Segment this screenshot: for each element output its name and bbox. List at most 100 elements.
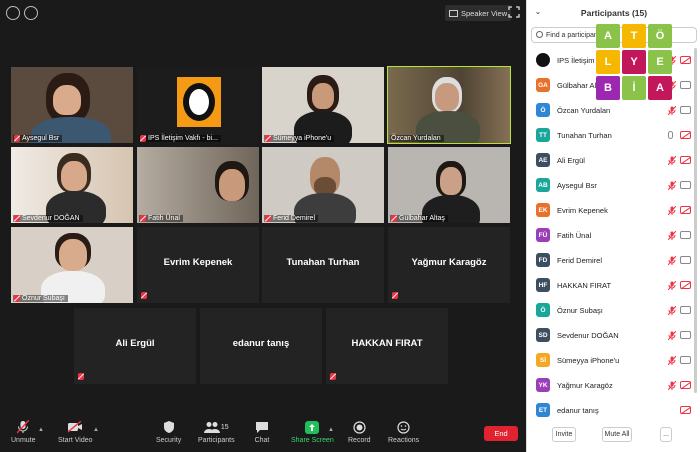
avatar: AE [536,153,550,167]
participants-button[interactable]: 15 Participants [198,420,235,444]
video-tile[interactable]: Ferid Demirel [262,147,384,223]
share-screen-icon [304,420,320,434]
zoom-meeting-window: Speaker View Aysegul Bsr IPS İletişim Va… [0,0,700,452]
participant-row[interactable]: AB Aysegul Bsr [527,173,697,197]
mic-muted-icon [15,420,31,434]
participant-row[interactable]: ET edanur tanış [527,398,697,422]
more-label: ... [663,431,669,438]
fullscreen-icon[interactable] [508,6,520,18]
chevron-up-icon[interactable]: ▲ [328,427,334,433]
tile-name: Özcan Yurdalan [390,135,444,142]
participant-tile-no-video[interactable]: Yağmur Karagöz [388,227,510,303]
speaker-view-button[interactable]: Speaker View [445,5,512,21]
logo-letter: L [596,50,620,74]
participant-row[interactable]: FÜ Fatih Ünal [527,223,697,247]
video-tile[interactable]: Fatih Ünal [137,147,259,223]
participant-name: Fatih Ünal [557,230,592,240]
record-button[interactable]: Record [348,420,371,444]
mute-all-button[interactable]: Mute All [602,427,632,442]
video-off-icon [680,206,691,214]
emoji-icon [396,420,412,434]
participants-count: 15 [220,423,229,431]
participant-tile-no-video[interactable]: Tunahan Turhan [262,227,384,303]
mute-all-label: Mute All [604,431,630,438]
participant-row[interactable]: AE Ali Ergül [527,148,697,172]
tile-name: Aysegul Bsr [13,135,63,142]
mic-muted-icon [140,135,146,142]
participant-row[interactable]: FD Ferid Demirel [527,248,697,272]
video-tile[interactable]: Öznur Subaşı [11,227,133,303]
start-video-button[interactable]: Start Video [58,420,93,444]
info-icon[interactable] [6,6,20,20]
chat-button[interactable]: Chat [254,420,270,444]
record-label: Record [348,437,371,444]
security-button[interactable]: Security [156,420,181,444]
video-tile[interactable]: IPS İletişim Vakfı - bi... [137,67,259,143]
reactions-button[interactable]: Reactions [388,420,419,444]
participant-row[interactable]: EK Evrim Kepenek [527,198,697,222]
share-screen-label: Share Screen [291,437,334,444]
participant-name: Ali Ergül [557,155,585,165]
logo-letter: T [622,24,646,48]
avatar: HF [536,278,550,292]
search-icon [536,31,543,38]
participant-row[interactable]: YK Yağmur Karagöz [527,373,697,397]
reactions-label: Reactions [388,437,420,444]
shield-icon[interactable] [24,6,38,20]
participant-row[interactable]: SD Sevdenur DOĞAN [527,323,697,347]
chevron-up-icon[interactable]: ▲ [38,427,44,433]
tile-name: Fatih Ünal [139,215,183,222]
participants-label: Participants [198,437,235,444]
chevron-down-icon[interactable]: ⌄ [535,8,541,16]
avatar: AB [536,178,550,192]
participant-row[interactable]: TT Tunahan Turhan [527,123,697,147]
participant-name: Ferid Demirel [557,255,603,265]
mic-muted-icon [667,105,677,115]
avatar: Ö [536,303,550,317]
video-tile-active-speaker[interactable]: Özcan Yurdalan [387,66,511,144]
video-off-icon [680,56,691,64]
mic-muted-icon [14,295,20,302]
video-tile[interactable]: Sevdenur DOĞAN [11,147,133,223]
grid-icon [449,9,458,17]
video-icon [680,181,691,189]
mic-muted-icon [330,373,336,380]
security-label: Security [156,437,182,444]
tile-name: Tunahan Turhan [286,257,360,268]
participant-row[interactable]: Sİ Sümeyya iPhone'u [527,348,697,372]
tile-name: Gülbahar Altaş [390,215,448,222]
tile-name: Ferid Demirel [264,215,319,222]
tile-name: Ali Ergül [115,338,155,349]
logo-letter: A [648,76,672,100]
scrollbar[interactable] [694,48,697,393]
invite-label: Invite [555,431,573,438]
unmute-button[interactable]: Unmute [11,420,36,444]
participant-tile-no-video[interactable]: edanur tanış [200,308,322,384]
avatar: EK [536,203,550,217]
chevron-up-icon[interactable]: ▲ [93,427,99,433]
participant-tile-no-video[interactable]: Evrim Kepenek [137,227,259,303]
participant-tile-no-video[interactable]: Ali Ergül [74,308,196,384]
participant-row[interactable]: Ö Öznur Subaşı [527,298,697,322]
video-icon [680,356,691,364]
end-meeting-button[interactable]: End [484,426,518,441]
mic-muted-icon [667,230,677,240]
mic-muted-icon [667,305,677,315]
avatar: SD [536,328,550,342]
video-tile[interactable]: Aysegul Bsr [11,67,133,143]
video-tile[interactable]: Sümeyya iPhone'u [262,67,384,143]
participant-name: Sevdenur DOĞAN [557,330,619,340]
video-off-icon [67,420,83,434]
participant-tile-no-video[interactable]: HAKKAN FIRAT [326,308,448,384]
participant-name: IPS İletişim V [557,55,602,65]
participant-name: Evrim Kepenek [557,205,608,215]
mic-muted-icon [391,215,397,222]
participant-name: HAKKAN FIRAT [557,280,612,290]
participant-row[interactable]: HF HAKKAN FIRAT [527,273,697,297]
more-options-button[interactable]: ... [660,427,672,442]
search-placeholder: Find a participant [546,31,600,39]
logo-letter: İ [622,76,646,100]
video-tile[interactable]: Gülbahar Altaş [388,147,510,223]
invite-button[interactable]: Invite [552,427,576,442]
mic-muted-icon [265,135,271,142]
